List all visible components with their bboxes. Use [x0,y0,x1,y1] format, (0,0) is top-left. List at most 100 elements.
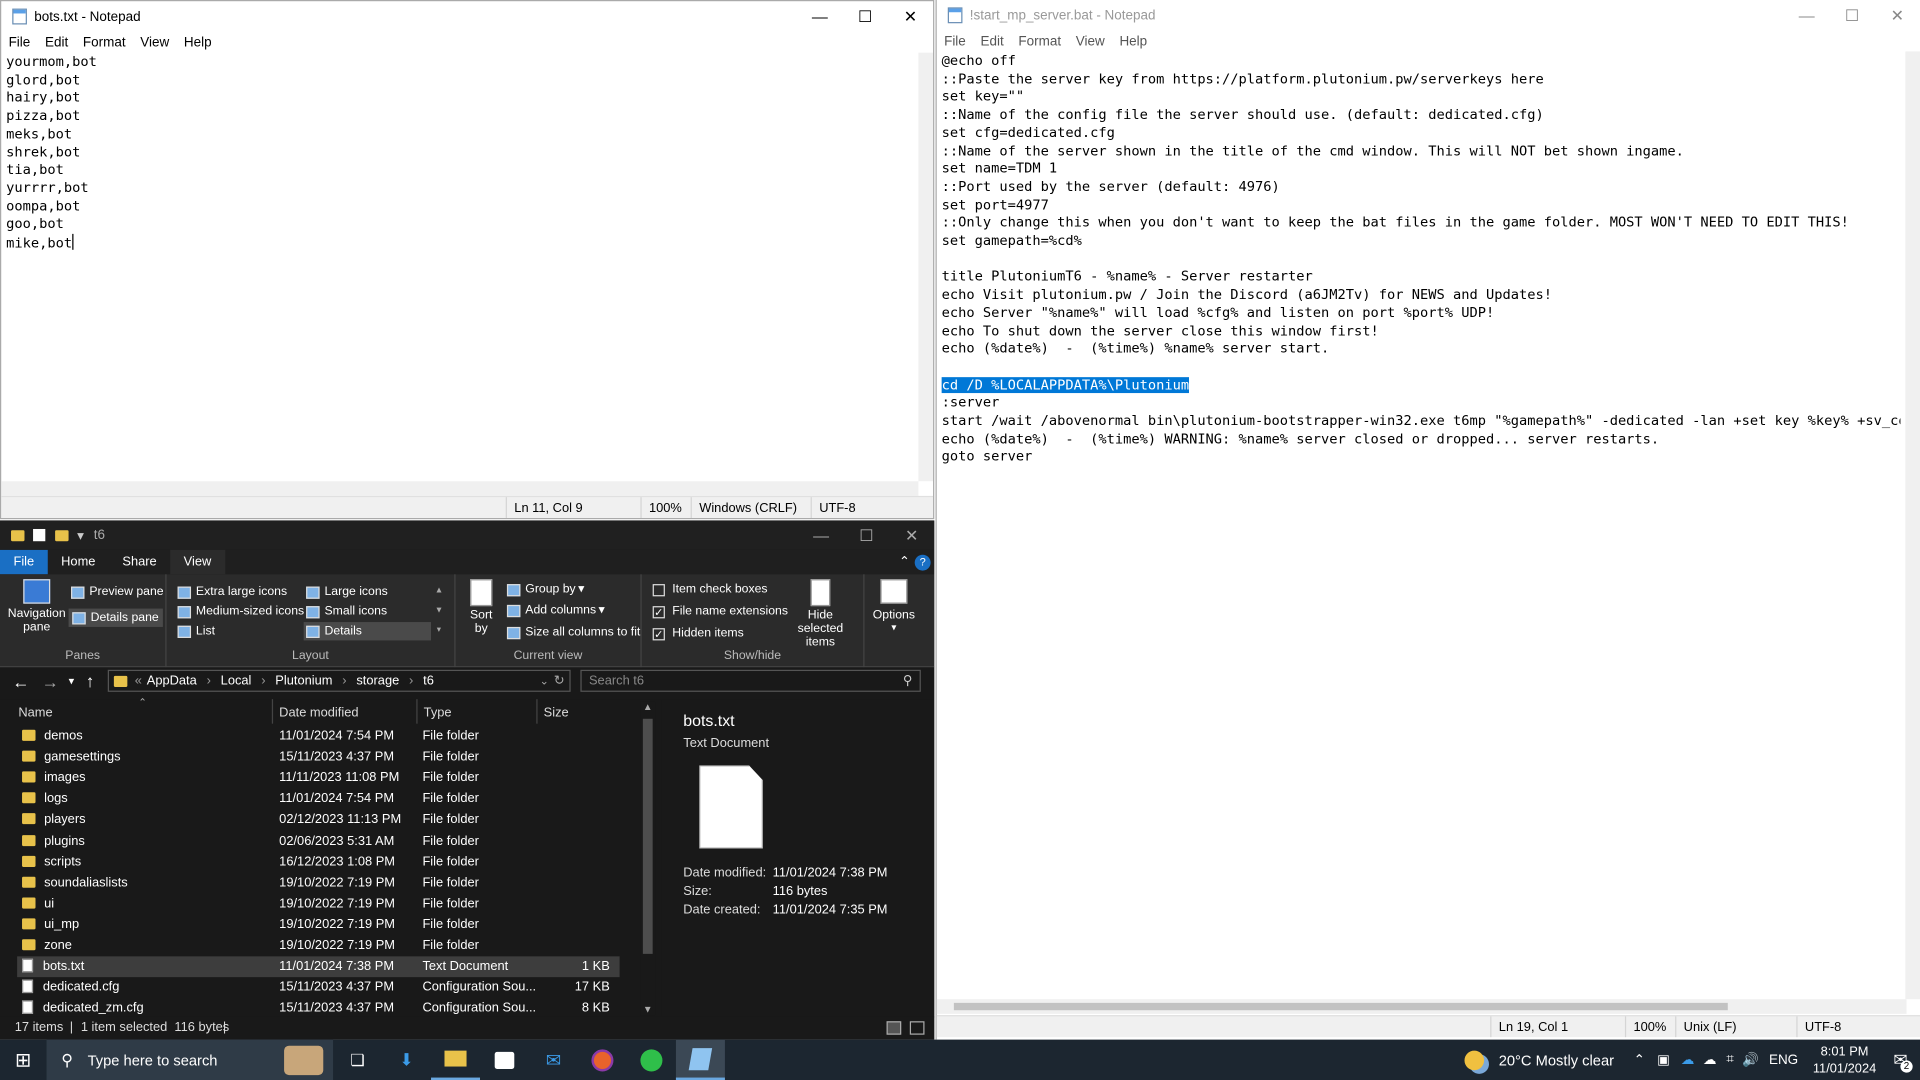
column-name[interactable]: Name [18,699,270,723]
weather-icon[interactable] [1464,1050,1485,1070]
add-columns-button[interactable]: Add columns ▾ [506,604,605,617]
store-icon[interactable] [480,1040,529,1080]
title-bar[interactable]: ▾ t6 — ☐ ✕ [0,520,935,551]
breadcrumb-appdata[interactable]: AppData [147,673,197,688]
file-row[interactable]: scripts 16/12/2023 1:08 PM File folder [17,852,619,873]
file-name-extensions-toggle[interactable]: ✓ File name extensions [652,605,788,618]
sort-by-button[interactable]: Sort by [465,579,497,636]
large-icons-view-icon[interactable] [909,1021,925,1035]
volume-icon[interactable]: 🔊 [1742,1052,1759,1068]
address-bar[interactable]: « AppData › Local › Plutonium › storage › t6… [107,669,571,692]
file-row[interactable]: images 11/11/2023 11:08 PM File folder [17,768,619,789]
menu-file[interactable]: File [937,34,973,49]
horizontal-scrollbar[interactable] [936,999,1907,1014]
item-check-boxes-toggle[interactable]: Item check boxes [652,583,768,596]
tab-view[interactable]: View [170,549,225,575]
vertical-scrollbar[interactable]: ▲ ▼ [640,701,656,1016]
menu-help[interactable]: Help [177,35,219,50]
hide-selected-items-button[interactable]: Hide selected items [784,579,857,649]
file-row[interactable]: ui 19/10/2022 7:19 PM File folder [17,894,619,915]
vertical-scrollbar[interactable] [918,52,934,482]
cloud-icon[interactable]: ☁ [1703,1052,1716,1068]
horizontal-scrollbar[interactable] [1,481,919,496]
file-row[interactable]: dedicated.cfg 15/11/2023 4:37 PM Configura… [17,977,619,998]
download-app-icon[interactable]: ⬇ [382,1049,431,1070]
notepad-taskbar-icon[interactable] [675,1039,725,1080]
address-dropdown-icon[interactable]: ⌄ [540,674,549,687]
file-row[interactable]: gamesettings 15/11/2023 4:37 PM File folde… [17,747,619,768]
breadcrumb-local[interactable]: Local [221,673,252,688]
tab-file[interactable]: File [0,549,48,575]
maximize-button[interactable]: ☐ [1829,0,1874,31]
column-size[interactable]: Size [536,699,614,724]
app-green-icon[interactable] [627,1040,676,1080]
menu-edit[interactable]: Edit [38,35,76,50]
security-icon[interactable]: ▣ [1657,1052,1670,1068]
column-type[interactable]: Type [416,699,536,724]
task-view-icon[interactable]: ❏ [333,1050,382,1070]
options-button[interactable]: Options ▾ [867,579,921,633]
file-row[interactable]: ui_mp 19/10/2022 7:19 PM File folder [17,915,619,936]
file-row[interactable]: logs 11/01/2024 7:54 PM File folder [17,789,619,810]
menu-edit[interactable]: Edit [973,34,1011,49]
menu-format[interactable]: Format [76,35,133,50]
minimize-button[interactable]: — [1784,0,1829,31]
recent-locations-icon[interactable]: ▾ [69,675,75,688]
layout-large-icons[interactable]: Large icons [306,585,388,599]
file-row[interactable]: players 02/12/2023 11:13 PM File folder [17,810,619,831]
tab-share[interactable]: Share [109,550,170,574]
layout-medium-icons[interactable]: Medium-sized icons [177,605,304,618]
breadcrumb-storage[interactable]: storage [356,673,399,688]
layout-small-icons[interactable]: Small icons [306,605,387,618]
ribbon-collapse-icon[interactable]: ⌃ [894,550,915,574]
layout-list[interactable]: List [177,624,215,638]
new-folder-icon[interactable] [55,529,69,541]
close-button[interactable]: ✕ [1875,0,1920,31]
help-icon[interactable]: ? [914,554,931,571]
minimize-button[interactable]: — [798,520,843,551]
scrollbar-thumb[interactable] [642,718,653,954]
menu-format[interactable]: Format [1011,34,1068,49]
firefox-icon[interactable] [578,1040,627,1080]
scrollbar-thumb[interactable] [953,1002,1728,1011]
start-icon[interactable]: ⊞ [0,1048,47,1072]
search-box[interactable]: Search t6 ⚲ [580,669,921,692]
taskbar-search[interactable]: ⚲ Type here to search [46,1039,334,1080]
show-hidden-icons-icon[interactable]: ⌃ [1634,1052,1645,1068]
file-row[interactable]: demos 11/01/2024 7:54 PM File folder [17,726,619,747]
layout-extra-large-icons[interactable]: Extra large icons [177,585,287,599]
tab-home[interactable]: Home [48,550,109,574]
file-row[interactable]: soundaliaslists 19/10/2022 7:19 PM File fo… [17,873,619,894]
breadcrumb-plutonium[interactable]: Plutonium [275,673,332,688]
up-icon[interactable]: ↑ [86,671,95,691]
quick-access-dropdown-icon[interactable]: ▾ [77,527,84,543]
back-icon[interactable]: ← [12,672,29,692]
menu-view[interactable]: View [133,35,177,50]
file-explorer-taskbar-icon[interactable] [431,1040,481,1080]
menu-help[interactable]: Help [1112,34,1154,49]
file-row[interactable]: plugins 02/06/2023 5:31 AM File folder [17,831,619,852]
maximize-button[interactable]: ☐ [842,1,887,32]
column-date-modified[interactable]: Date modified [271,699,416,724]
refresh-icon[interactable]: ↻ [554,673,565,688]
breadcrumb-t6[interactable]: t6 [423,673,434,688]
notifications-icon[interactable]: ✉ 2 [1893,1049,1913,1073]
layout-details[interactable]: Details [303,622,432,641]
forward-icon[interactable]: → [42,672,59,692]
close-button[interactable]: ✕ [888,1,933,32]
wifi-icon[interactable]: ⌗ [1726,1052,1734,1068]
maximize-button[interactable]: ☐ [844,520,889,551]
preview-pane-button[interactable]: Preview pane [71,585,164,599]
layout-scroll-icon[interactable]: ▲ ▼ ▾ [435,582,443,641]
text-editor[interactable]: yourmom,bot glord,bot hairy,bot pizza,bot me… [1,54,933,253]
weather-text[interactable]: 20°C Mostly clear [1499,1051,1614,1068]
details-pane-button[interactable]: Details pane [68,608,163,627]
navigation-pane-button[interactable]: Navigation pane [7,579,66,634]
file-row[interactable]: zone 19/10/2022 7:19 PM File folder [17,936,619,957]
properties-icon[interactable] [33,528,46,542]
vertical-scrollbar[interactable] [1905,51,1920,1000]
title-bar[interactable]: !start_mp_server.bat - Notepad — ☐ ✕ [937,0,1920,31]
group-by-button[interactable]: Group by ▾ [506,583,584,596]
language-indicator[interactable]: ENG [1769,1052,1798,1067]
text-editor[interactable]: @echo off::Paste the server key from htt… [937,53,1900,467]
